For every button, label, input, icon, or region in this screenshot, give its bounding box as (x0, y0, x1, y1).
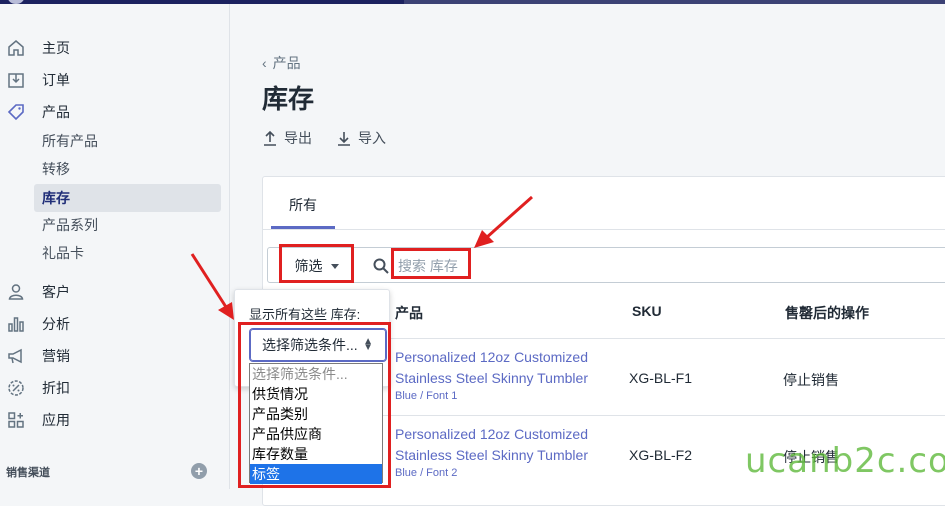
oos-action-value[interactable]: 停止销售 (783, 370, 839, 390)
add-channel-button[interactable]: + (191, 463, 207, 479)
search-icon (373, 258, 389, 274)
nav-item-discounts[interactable]: 折扣 (0, 373, 230, 403)
apps-icon (6, 410, 26, 430)
global-search-bar[interactable] (404, 0, 945, 4)
import-icon (338, 132, 350, 146)
breadcrumb-label: 产品 (272, 55, 301, 71)
nav-item-marketing[interactable]: 营销 (0, 341, 230, 371)
nav-label: 产品 (42, 104, 70, 120)
nav-label: 主页 (42, 40, 70, 56)
page-actions: 导出 导入 (262, 128, 386, 148)
sku-value: XG-BL-F1 (629, 370, 693, 386)
export-label: 导出 (284, 130, 312, 146)
customer-icon (6, 282, 26, 302)
sidebar-item-transfers[interactable]: 转移 (34, 155, 221, 183)
nav-item-analytics[interactable]: 分析 (0, 309, 230, 339)
breadcrumb[interactable]: ‹ 产品 (262, 53, 301, 73)
orders-icon (6, 70, 26, 90)
nav-label: 分析 (42, 316, 70, 332)
page-title: 库存 (262, 84, 315, 114)
sidebar-item-inventory[interactable]: 库存 (34, 184, 221, 212)
nav-label: 应用 (42, 412, 70, 428)
nav-label: 折扣 (42, 380, 70, 396)
product-variant: Blue / Font 1 (395, 390, 458, 402)
sub-item-label: 产品系列 (42, 217, 98, 233)
tab-divider (263, 229, 945, 230)
sidebar: 主页 订单 产品 所有产品 转移 库存 产品系列 礼品卡 客户 分析 营销 折扣… (0, 4, 230, 489)
sub-item-label: 库存 (42, 190, 70, 206)
discount-icon (6, 378, 26, 398)
filter-row: 筛选 (267, 247, 945, 283)
popover-label: 显示所有这些 库存: (249, 307, 361, 322)
sales-channels-heading: 销售渠道 (6, 467, 50, 479)
column-header-sku[interactable]: SKU (632, 303, 662, 319)
sidebar-item-gift-cards[interactable]: 礼品卡 (34, 239, 221, 267)
marketing-icon (6, 346, 26, 366)
column-header-oos-action[interactable]: 售罄后的操作 (785, 303, 869, 323)
export-button[interactable]: 导出 (262, 128, 312, 148)
analytics-icon (6, 314, 26, 334)
sku-value: XG-BL-F2 (629, 447, 693, 463)
tag-icon (6, 102, 26, 122)
chevron-left-icon: ‹ (262, 55, 267, 71)
nav-item-customers[interactable]: 客户 (0, 277, 230, 307)
annotation-box-options (238, 322, 391, 488)
sub-item-label: 所有产品 (42, 133, 98, 149)
sub-item-label: 转移 (42, 161, 70, 177)
tab-all[interactable]: 所有 (289, 195, 317, 215)
product-link[interactable]: Personalized 12oz Customized Stainless S… (395, 424, 605, 466)
home-icon (6, 38, 26, 58)
sidebar-item-all-products[interactable]: 所有产品 (34, 127, 221, 155)
annotation-box-filter (279, 244, 354, 283)
nav-item-apps[interactable]: 应用 (0, 405, 230, 435)
watermark: ucanb2c.com (745, 441, 945, 481)
nav-item-orders[interactable]: 订单 (0, 65, 230, 95)
nav-label: 客户 (42, 284, 70, 300)
sidebar-item-collections[interactable]: 产品系列 (34, 211, 221, 239)
export-icon (264, 130, 276, 146)
column-header-product[interactable]: 产品 (395, 303, 423, 323)
import-button[interactable]: 导入 (336, 128, 386, 148)
nav-label: 订单 (42, 72, 70, 88)
nav-item-products[interactable]: 产品 (0, 97, 230, 127)
nav-label: 营销 (42, 348, 70, 364)
search-input[interactable] (398, 252, 898, 280)
sub-item-label: 礼品卡 (42, 245, 84, 261)
import-label: 导入 (358, 130, 386, 146)
annotation-box-search (391, 248, 471, 279)
product-variant: Blue / Font 2 (395, 467, 458, 479)
product-link[interactable]: Personalized 12oz Customized Stainless S… (395, 347, 605, 389)
nav-item-home[interactable]: 主页 (0, 33, 230, 63)
